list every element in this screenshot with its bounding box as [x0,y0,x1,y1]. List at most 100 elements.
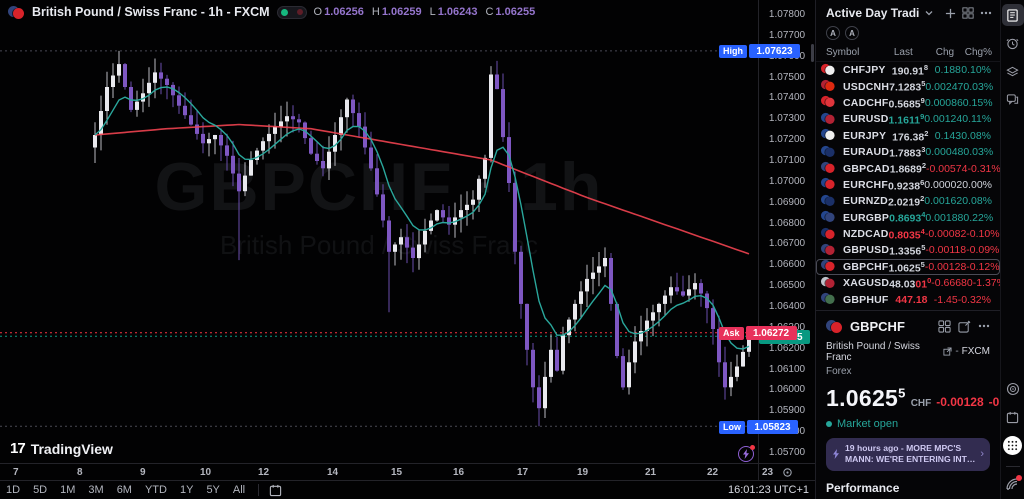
row-symbol[interactable]: GBPCAD [843,163,890,175]
range-1d[interactable]: 1D [6,484,20,496]
symbol-flag-icon [8,5,25,19]
watchlist-title[interactable]: Active Day Trading Book ... [826,6,919,20]
watchlist-row-eurgbp[interactable]: EURGBP 0.86934 0.00188 0.22% [816,210,1000,226]
row-symbol[interactable]: EURUSD [843,113,889,125]
alerts-clock-icon[interactable] [1002,32,1024,54]
candlestick-chart[interactable] [0,0,758,463]
layout-grid-icon[interactable] [938,320,951,333]
go-to-date-calendar-icon[interactable] [269,484,282,497]
detail-symbol[interactable]: GBPCHF [850,319,905,334]
detail-full-name[interactable]: British Pound / Swiss Franc [826,341,940,363]
row-symbol[interactable]: XAGUSD [843,277,889,289]
row-change: 0.00247 [925,80,964,93]
connection-status-icon[interactable] [1002,473,1024,495]
range-all[interactable]: All [233,484,245,496]
quick-action-bolt-icon[interactable] [738,445,755,462]
account-button-2[interactable]: A [845,26,859,40]
column-chg[interactable]: Chg [913,47,954,58]
range-5y[interactable]: 5Y [206,484,219,496]
row-symbol[interactable]: GBPHUF [843,294,889,306]
row-symbol[interactable]: USDCNH [843,81,889,93]
detail-last-price: 1.06255 [826,384,906,411]
watchlist-row-cadchf[interactable]: CADCHF 0.56859 0.00086 0.15% [816,95,1000,111]
watchlist-rows: CHFJPY 190.918 0.188 0.10% USDCNH 7.12835 0.00… [816,62,1006,308]
column-last[interactable]: Last [859,47,913,58]
news-banner[interactable]: 19 hours ago - MORE MPC'S MANN: WE'RE EN… [826,437,990,472]
price-tick-1.06500: 1.06500 [768,280,806,291]
watchlist-row-eurchf[interactable]: EURCHF 0.92386 0.00002 0.00% [816,177,1000,193]
row-change-percent: 0.08% [962,195,992,208]
ohlc-h: H 1.06259 [371,6,422,18]
detail-more-icon[interactable] [978,324,990,328]
layers-icon[interactable] [1002,60,1024,82]
range-6m[interactable]: 6M [117,484,132,496]
watchlist-row-eurjpy[interactable]: EURJPY 176.382 0.143 0.08% [816,128,1000,144]
market-open-dot-icon [826,420,832,427]
more-options-icon[interactable] [980,11,992,15]
price-tick-1.05900: 1.05900 [768,405,806,416]
row-symbol[interactable]: EURCHF [843,179,888,191]
edit-note-icon[interactable] [958,320,971,333]
column-symbol[interactable]: Symbol [826,47,859,58]
row-symbol[interactable]: NZDCAD [843,228,889,240]
row-symbol[interactable]: CADCHF [843,97,889,109]
row-symbol[interactable]: EURNZD [843,195,888,207]
tradingview-app: GBPCHF · 1h British Pound / Swiss Franc … [0,0,1024,499]
watchlist-row-nzdcad[interactable]: NZDCAD 0.80354 -0.00082 -0.10% [816,226,1000,242]
column-chg-pct[interactable]: Chg% [954,47,992,58]
range-ytd[interactable]: YTD [145,484,167,496]
range-1m[interactable]: 1M [60,484,75,496]
watchlist-row-xagusd[interactable]: XAGUSD 48.03010 -0.66680 -1.37% [816,275,1006,291]
watchlist-row-eurusd[interactable]: EURUSD 1.16119 0.00124 0.11% [816,111,1000,127]
news-chevron-icon[interactable]: › [980,448,984,460]
watchlist-row-gbpcad[interactable]: GBPCAD 1.86892 -0.00574 -0.31% [816,160,1001,176]
watchlist-row-usdcnh[interactable]: USDCNH 7.12835 0.00247 0.03% [816,78,1000,94]
symbol-title[interactable]: British Pound / Swiss Franc - 1h - FXCM [32,5,270,19]
range-3m[interactable]: 3M [88,484,103,496]
row-symbol[interactable]: EURAUD [843,146,889,158]
tradingview-logo[interactable]: 17 TradingView [10,440,113,457]
red-dot-icon [296,9,303,15]
chevron-down-icon[interactable] [925,10,933,16]
add-symbol-icon[interactable] [945,8,956,19]
price-axis[interactable]: 1.078001.077001.076001.075001.074001.073… [719,0,815,463]
price-tick-1.07800: 1.07800 [768,9,806,20]
row-symbol[interactable]: GBPCHF [843,261,889,273]
buy-sell-toggle[interactable] [276,5,307,19]
news-headline[interactable]: 19 hours ago - MORE MPC'S MANN: WE'RE EN… [845,443,975,466]
row-last: 1.06255 [888,259,925,275]
grid-view-icon[interactable] [962,7,974,19]
session-clock[interactable]: 16:01:23 UTC+1 [728,484,809,496]
range-1y[interactable]: 1Y [180,484,193,496]
row-symbol[interactable]: GBPUSD [843,244,889,256]
flag-pair-icon [821,94,843,111]
calendar-icon[interactable] [1002,406,1024,428]
watchlist-row-eurnzd[interactable]: EURNZD 2.02192 0.00162 0.08% [816,193,1000,209]
watchlist-row-gbpchf[interactable]: GBPCHF 1.06255 -0.00128 -0.12% [816,258,1000,276]
account-button-1[interactable]: A [826,26,840,40]
detail-change: -0.00128 [936,394,984,409]
object-tree-icon[interactable] [1002,378,1024,400]
flag-pair-icon [821,209,843,226]
row-symbol[interactable]: CHFJPY [843,64,886,76]
external-link-icon[interactable] [943,347,952,356]
watchlist-row-gbpusd[interactable]: GBPUSD 1.33565 -0.00118 -0.09% [816,242,1000,258]
range-5d[interactable]: 5D [33,484,47,496]
price-tick-1.06800: 1.06800 [768,218,806,229]
row-symbol[interactable]: EURGBP [843,212,889,224]
chart-region[interactable]: GBPCHF · 1h British Pound / Swiss Franc … [0,0,758,463]
toolbar-divider [258,484,260,496]
row-change: 0.00002 [924,178,963,191]
watchlist-row-chfjpy[interactable]: CHFJPY 190.918 0.188 0.10% [816,62,1000,78]
low-price-badge: Low 1.05823 [719,420,798,434]
price-tick-1.06900: 1.06900 [768,197,806,208]
time-axis[interactable]: 7 8 9 10 12 14 15 16 17 19 21 22 23 [0,463,815,481]
watchlist-tab-icon[interactable] [1001,4,1024,26]
chat-icon[interactable] [1002,88,1024,110]
watchlist-row-euraud[interactable]: EURAUD 1.78833 0.00048 0.03% [816,144,1000,160]
all-apps-icon[interactable] [1002,434,1024,456]
watchlist-column-headers[interactable]: Symbol Last Chg Chg% [816,44,1000,62]
watchlist-row-gbphuf[interactable]: GBPHUF 447.18 -1.45 -0.32% [816,291,1000,307]
row-symbol[interactable]: EURJPY [843,130,886,142]
chart-legend[interactable]: British Pound / Swiss Franc - 1h - FXCM … [8,5,535,19]
